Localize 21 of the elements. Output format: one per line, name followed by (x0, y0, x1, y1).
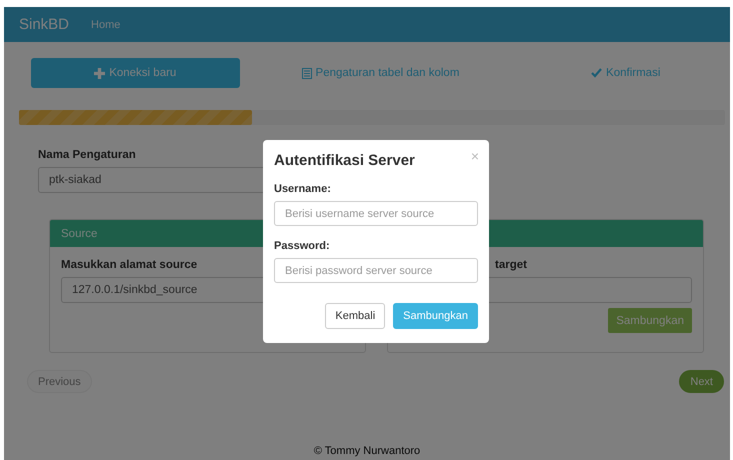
connect-button[interactable]: Sambungkan (393, 303, 478, 329)
wizard-step[interactable]: Pengaturan tabel dan kolom (276, 58, 485, 88)
field-label: target (494, 259, 527, 271)
plus-icon (94, 68, 106, 78)
wizard-step[interactable]: Konfirmasi (521, 58, 730, 88)
connect-button[interactable]: Sambungkan (608, 308, 692, 333)
check-icon (591, 68, 602, 78)
password-field[interactable]: Berisi password server source (274, 258, 478, 283)
field-label: Nama Pengaturan (38, 149, 136, 161)
wizard-step[interactable]: Koneksi baru (31, 58, 240, 88)
field-label: Masukkan alamat source (61, 259, 198, 271)
close-button[interactable]: × (470, 148, 479, 164)
table-icon (302, 68, 312, 78)
next-button[interactable]: Next (679, 370, 724, 393)
brand-name[interactable]: SinkBD (19, 16, 70, 33)
field-label: Username: (274, 183, 332, 195)
username-field[interactable]: Berisi username server source (274, 201, 478, 226)
nav-link[interactable]: Home (91, 18, 120, 30)
back-button[interactable]: Kembali (325, 303, 386, 329)
dialog-title: Autentifikasi Server (274, 152, 415, 169)
footer-text: © Tommy Nurwantoro (314, 445, 420, 457)
